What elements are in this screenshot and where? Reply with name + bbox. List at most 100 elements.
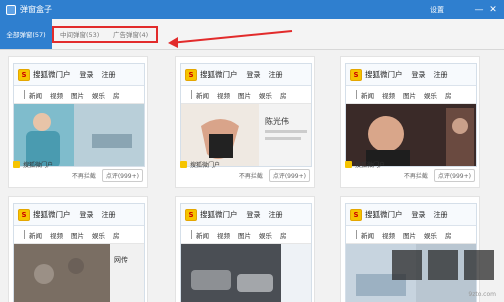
- nav-item: 房: [280, 91, 287, 100]
- nav-divider: [24, 230, 25, 239]
- popup-preview: S 搜狐微门户 登录 注册 新闻 视频 图片 娱乐 房: [180, 203, 312, 302]
- nav-item: 视频: [50, 231, 63, 240]
- title-bar-controls: 设置 — ✕: [430, 0, 500, 19]
- register-link: 注册: [101, 210, 116, 219]
- site-name: 搜狐微门户: [200, 70, 238, 79]
- nav-item: 视频: [217, 91, 230, 100]
- sohu-logo-icon: S: [350, 208, 362, 221]
- preview-caption: 网传: [114, 255, 128, 264]
- nav-item: 新闻: [29, 231, 42, 240]
- window-title: 弹窗盒子: [20, 5, 52, 14]
- preview-nav: 新闻 视频 图片 娱乐 房: [181, 86, 311, 104]
- app-logo-icon: [6, 4, 16, 15]
- preview-nav: 新闻 视频 图片 娱乐 房: [14, 226, 144, 244]
- unblock-button[interactable]: 不再拦截: [72, 171, 96, 180]
- preview-nav: 新闻 视频 图片 娱乐 房: [346, 226, 476, 244]
- nav-divider: [191, 90, 192, 99]
- unblock-button[interactable]: 不再拦截: [239, 171, 263, 180]
- preview-image: 陈光伟: [181, 104, 311, 166]
- preview-caption: 陈光伟: [265, 116, 289, 126]
- close-icon[interactable]: ✕: [486, 5, 500, 15]
- source-logo-icon: [180, 161, 187, 168]
- nav-item: 娱乐: [424, 231, 437, 240]
- preview-header: S 搜狐微门户 登录 注册: [14, 64, 144, 86]
- nav-item: 娱乐: [92, 231, 105, 240]
- title-bar: 弹窗盒子 设置 — ✕: [0, 0, 504, 19]
- watermark-logo: [392, 250, 494, 280]
- register-link: 注册: [268, 70, 283, 79]
- nav-item: 房: [445, 91, 452, 100]
- login-link: 登录: [79, 210, 94, 219]
- tab-bar: 全部弹窗(57) 中间弹窗(53) 广告弹窗(4): [0, 19, 504, 50]
- nav-item: 视频: [217, 231, 230, 240]
- popup-card[interactable]: S 搜狐微门户 登录 注册 新闻 视频 图片 娱乐 房: [175, 196, 315, 302]
- card-source: 搜狐微门户: [180, 160, 220, 169]
- popup-card[interactable]: S 搜狐微门户 登录 注册 新闻 视频 图片 娱乐 房: [8, 56, 148, 188]
- login-link: 登录: [246, 70, 261, 79]
- unblock-button[interactable]: 不再拦截: [404, 171, 428, 180]
- preview-header: S 搜狐微门户 登录 注册: [346, 64, 476, 86]
- popup-card[interactable]: S 搜狐微门户 登录 注册 新闻 视频 图片 娱乐 房: [340, 56, 480, 188]
- popup-preview: S 搜狐微门户 登录 注册 新闻 视频 图片 娱乐 房: [13, 63, 145, 167]
- nav-item: 娱乐: [424, 91, 437, 100]
- annotation-highlight-box: [52, 26, 158, 43]
- sohu-logo-icon: S: [350, 68, 362, 81]
- nav-item: 房: [445, 231, 452, 240]
- nav-item: 娱乐: [259, 91, 272, 100]
- review-count[interactable]: 点评(999+): [268, 169, 310, 182]
- login-link: 登录: [411, 210, 426, 219]
- nav-item: 新闻: [29, 91, 42, 100]
- preview-header: S 搜狐微门户 登录 注册: [181, 204, 311, 226]
- nav-item: 图片: [71, 91, 84, 100]
- source-logo-icon: [13, 161, 20, 168]
- preview-header: S 搜狐微门户 登录 注册: [181, 64, 311, 86]
- source-name: 搜狐微门户: [190, 162, 221, 169]
- nav-item: 房: [280, 231, 287, 240]
- settings-button[interactable]: 设置: [430, 5, 444, 15]
- popup-preview: S 搜狐微门户 登录 注册 新闻 视频 图片 娱乐 房: [345, 63, 477, 167]
- card-actions: 不再拦截 点评(999+): [239, 169, 310, 182]
- card-source: 搜狐微门户: [13, 160, 53, 169]
- watermark-text: 9zto.com: [468, 291, 496, 298]
- nav-item: 娱乐: [92, 91, 105, 100]
- preview-image: [14, 104, 144, 166]
- review-count[interactable]: 点评(999+): [433, 169, 475, 182]
- sohu-logo-icon: S: [185, 208, 197, 221]
- sohu-logo-icon: S: [18, 208, 30, 221]
- nav-item: 视频: [382, 91, 395, 100]
- nav-item: 图片: [71, 231, 84, 240]
- nav-divider: [24, 90, 25, 99]
- register-link: 注册: [101, 70, 116, 79]
- site-name: 搜狐微门户: [33, 210, 71, 219]
- card-actions: 不再拦截 点评(999+): [404, 169, 475, 182]
- nav-divider: [191, 230, 192, 239]
- source-name: 搜狐微门户: [23, 162, 54, 169]
- tab-all-popups[interactable]: 全部弹窗(57): [0, 19, 52, 49]
- preview-nav: 新闻 视频 图片 娱乐 房: [181, 226, 311, 244]
- sohu-logo-icon: S: [185, 68, 197, 81]
- login-link: 登录: [79, 70, 94, 79]
- register-link: 注册: [433, 70, 448, 79]
- card-source: 搜狐微门户: [345, 160, 385, 169]
- site-name: 搜狐微门户: [33, 70, 71, 79]
- popup-card[interactable]: S 搜狐微门户 登录 注册 新闻 视频 图片 娱乐 房 网传: [8, 196, 148, 302]
- review-count[interactable]: 点评(999+): [101, 169, 143, 182]
- nav-item: 图片: [403, 231, 416, 240]
- popup-preview: S 搜狐微门户 登录 注册 新闻 视频 图片 娱乐 房 网传: [13, 203, 145, 302]
- nav-item: 视频: [50, 91, 63, 100]
- login-link: 登录: [246, 210, 261, 219]
- preview-header: S 搜狐微门户 登录 注册: [346, 204, 476, 226]
- nav-item: 图片: [403, 91, 416, 100]
- login-link: 登录: [411, 70, 426, 79]
- popup-card[interactable]: S 搜狐微门户 登录 注册 新闻 视频 图片 娱乐 房 陈光伟 搜狐微门户 不再…: [175, 56, 315, 188]
- nav-item: 视频: [382, 231, 395, 240]
- site-name: 搜狐微门户: [365, 70, 403, 79]
- nav-divider: [356, 230, 357, 239]
- preview-nav: 新闻 视频 图片 娱乐 房: [346, 86, 476, 104]
- nav-item: 新闻: [361, 91, 374, 100]
- preview-image: 网传: [14, 244, 144, 302]
- nav-item: 房: [113, 91, 120, 100]
- register-link: 注册: [433, 210, 448, 219]
- nav-divider: [356, 90, 357, 99]
- minimize-icon[interactable]: —: [472, 5, 486, 15]
